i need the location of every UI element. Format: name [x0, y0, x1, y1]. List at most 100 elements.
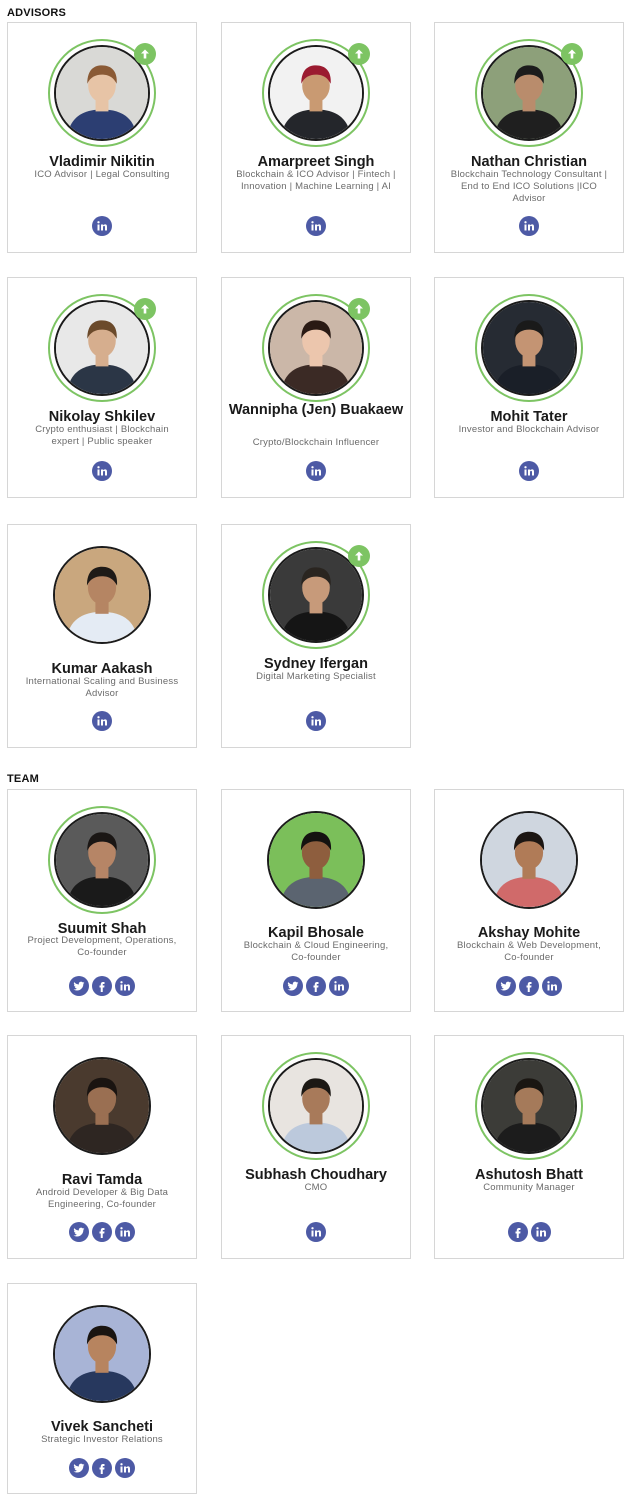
facebook-icon[interactable] — [306, 976, 326, 996]
avatar — [54, 812, 150, 908]
member-name: Vivek Sancheti — [50, 1419, 154, 1435]
facebook-icon[interactable] — [92, 976, 112, 996]
linkedin-icon[interactable] — [306, 461, 326, 481]
avatar-frame — [262, 1052, 370, 1160]
member-card: Amarpreet Singh Blockchain & ICO Advisor … — [221, 22, 411, 253]
member-name: Sydney Ifergan — [264, 656, 368, 672]
arrow-up-icon — [134, 43, 156, 65]
linkedin-icon[interactable] — [542, 976, 562, 996]
linkedin-icon[interactable] — [530, 1222, 551, 1242]
member-card: Wannipha (Jen) Buakaew Crypto/Blockchain … — [221, 277, 411, 498]
avatar-frame — [262, 806, 370, 914]
avatar-frame — [475, 1052, 583, 1160]
avatar — [481, 1058, 577, 1154]
avatar-frame — [475, 294, 583, 402]
member-name: Vladimir Nikitin — [49, 154, 155, 170]
linkedin-icon[interactable] — [519, 461, 539, 481]
member-card: Sydney Ifergan Digital Marketing Speciali… — [221, 524, 411, 748]
member-name: Wannipha (Jen) Buakaew — [228, 402, 404, 418]
linkedin-icon[interactable] — [115, 1222, 135, 1242]
facebook-icon[interactable] — [92, 1222, 112, 1242]
member-role: Blockchain & Web Development, Co-founder — [457, 940, 601, 963]
arrow-up-icon — [348, 43, 370, 65]
twitter-icon[interactable] — [69, 976, 89, 996]
linkedin-icon[interactable] — [306, 216, 326, 236]
twitter-icon[interactable] — [69, 1458, 89, 1478]
avatar — [481, 300, 577, 396]
avatar — [267, 811, 365, 909]
social-links — [222, 711, 410, 731]
avatar — [53, 1057, 151, 1155]
member-card: Vivek Sancheti Strategic Investor Relatio… — [7, 1283, 197, 1494]
linkedin-icon[interactable] — [329, 976, 349, 996]
member-role: International Scaling and Business Advis… — [25, 676, 179, 699]
member-name: Kapil Bhosale — [268, 925, 364, 941]
linkedin-icon[interactable] — [306, 711, 326, 731]
member-role: Blockchain Technology Consultant | End t… — [450, 169, 608, 204]
member-name: Subhash Choudhary — [245, 1167, 387, 1183]
avatar — [53, 1305, 151, 1403]
member-card: Suumit Shah Project Development, Operatio… — [7, 789, 197, 1012]
member-role: Blockchain & ICO Advisor | Fintech | Inn… — [236, 169, 396, 192]
avatar-frame — [48, 541, 156, 649]
member-name: Ashutosh Bhatt — [475, 1167, 583, 1183]
facebook-icon[interactable] — [507, 1222, 528, 1242]
member-name: Nikolay Shkilev — [48, 409, 156, 425]
member-card: Ashutosh Bhatt Community Manager — [434, 1035, 624, 1259]
member-name: Kumar Aakash — [51, 661, 153, 677]
avatar — [53, 546, 151, 644]
arrow-up-icon — [348, 545, 370, 567]
avatar-frame — [262, 294, 370, 402]
linkedin-icon[interactable] — [306, 1222, 326, 1242]
social-links — [222, 461, 410, 481]
avatar-frame — [48, 806, 156, 914]
facebook-icon[interactable] — [519, 976, 539, 996]
social-links — [8, 1222, 196, 1242]
member-name: Ravi Tamda — [61, 1172, 143, 1188]
social-links — [8, 216, 196, 236]
member-role: Digital Marketing Specialist — [256, 671, 376, 682]
member-card: Vladimir Nikitin ICO Advisor | Legal Cons… — [7, 22, 197, 253]
avatar — [480, 811, 578, 909]
social-links — [8, 1458, 196, 1478]
member-role: ICO Advisor | Legal Consulting — [34, 169, 170, 180]
facebook-icon[interactable] — [92, 1458, 112, 1478]
avatar-frame — [262, 39, 370, 147]
member-card: Mohit Tater Investor and Blockchain Advis… — [434, 277, 624, 498]
linkedin-icon[interactable] — [92, 461, 112, 481]
member-card: Subhash Choudhary CMO — [221, 1035, 411, 1259]
team-section-title: TEAM — [7, 773, 39, 785]
social-links — [222, 976, 410, 996]
member-role: Project Development, Operations, Co-foun… — [27, 935, 177, 958]
member-name: Akshay Mohite — [477, 925, 581, 941]
arrow-up-icon — [348, 298, 370, 320]
member-role: Android Developer & Big Data Engineering… — [35, 1187, 169, 1210]
social-links — [435, 216, 623, 236]
social-links — [222, 216, 410, 236]
twitter-icon[interactable] — [283, 976, 303, 996]
social-links — [435, 976, 623, 996]
social-links — [8, 711, 196, 731]
member-card: Nathan Christian Blockchain Technology Co… — [434, 22, 624, 253]
linkedin-icon[interactable] — [92, 711, 112, 731]
linkedin-icon[interactable] — [519, 216, 539, 236]
linkedin-icon[interactable] — [92, 216, 112, 236]
linkedin-icon[interactable] — [115, 1458, 135, 1478]
avatar-frame — [262, 541, 370, 649]
arrow-up-icon — [134, 298, 156, 320]
member-card: Nikolay Shkilev Crypto enthusiast | Block… — [7, 277, 197, 498]
twitter-icon[interactable] — [496, 976, 516, 996]
member-card: Akshay Mohite Blockchain & Web Developmen… — [434, 789, 624, 1012]
linkedin-icon[interactable] — [115, 976, 135, 996]
twitter-icon[interactable] — [69, 1222, 89, 1242]
avatar-frame — [48, 294, 156, 402]
advisors-section-title: ADVISORS — [7, 7, 67, 19]
social-links — [435, 461, 623, 481]
avatar — [268, 1058, 364, 1154]
arrow-up-icon — [561, 43, 583, 65]
member-role: Investor and Blockchain Advisor — [458, 424, 600, 435]
member-role: Community Manager — [483, 1182, 575, 1193]
member-role: Strategic Investor Relations — [41, 1434, 163, 1445]
avatar-frame — [48, 1052, 156, 1160]
social-links — [222, 1222, 410, 1242]
